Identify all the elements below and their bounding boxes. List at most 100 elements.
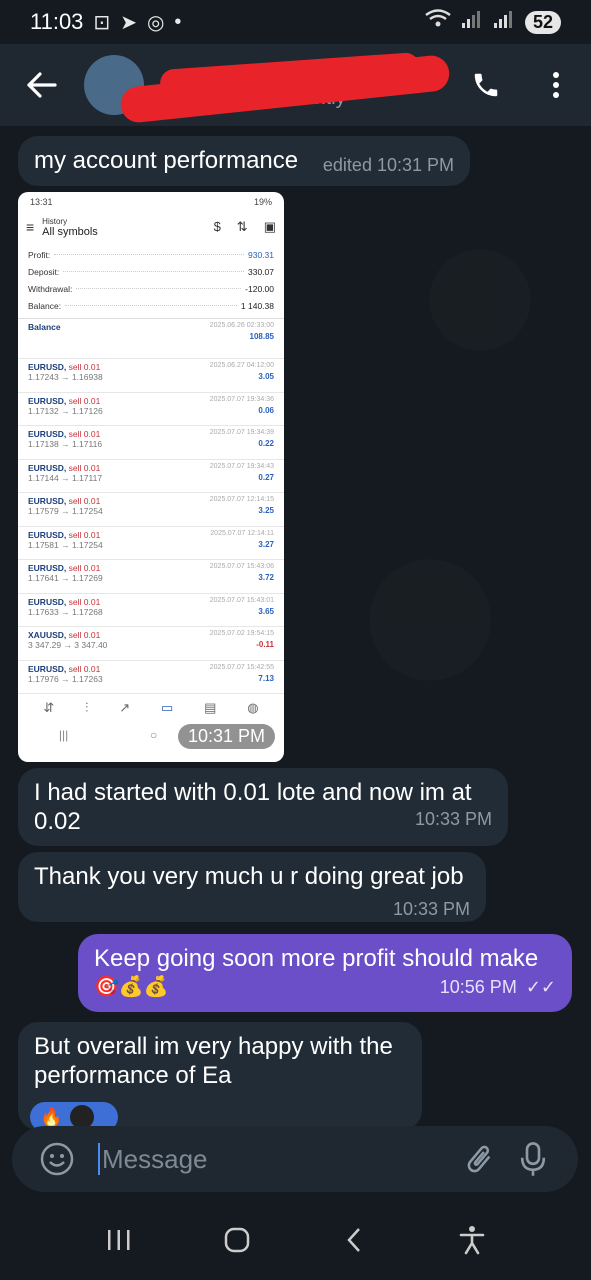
emoji-button[interactable]: [30, 1132, 84, 1186]
summary-row: Balance: 1 140.38: [28, 297, 274, 314]
trade-row: XAUUSD, sell 0.01 3 347.29 → 3 347.40 2025…: [18, 627, 284, 661]
accessibility-button[interactable]: [447, 1215, 497, 1265]
photo-summary: Profit: 930.31 Deposit: 330.07 Withdrawal:…: [18, 242, 284, 319]
trade-date: 2025.07.07 15:43:01: [209, 596, 274, 604]
photo-title: All symbols: [42, 225, 98, 238]
message-text: I had started with 0.01 lote and now im …: [34, 779, 472, 835]
summary-value: 1 140.38: [240, 300, 274, 311]
status-bar: 11:03 ⊡ ➤ ◎ • 52: [0, 0, 591, 44]
trade-profit: 0.27: [258, 472, 274, 482]
trade-row: EURUSD, sell 0.01 1.17132 → 1.17126 2025.0…: [18, 393, 284, 426]
trade-row: EURUSD, sell 0.01 1.17581 → 1.17254 2025.0…: [18, 527, 284, 560]
trade-side: sell 0.01: [68, 596, 101, 607]
trade-symbol: EURUSD,: [28, 462, 67, 473]
trade-row: EURUSD, sell 0.01 1.17243 → 1.16938 2025.0…: [18, 359, 284, 393]
sort-icon: ⇅: [236, 219, 248, 234]
trade-row: EURUSD, sell 0.01 1.17579 → 1.17254 2025.0…: [18, 493, 284, 527]
trade-date: 2025.06.27 04:12:00: [209, 362, 274, 369]
trade-side: sell 0.01: [68, 395, 101, 406]
trade-date: 2025.07.07 15:43:06: [209, 563, 274, 570]
summary-row: Deposit: 330.07: [28, 263, 274, 280]
message-time: 10:56 PM: [439, 977, 517, 997]
trade-date: 2025.07.07 15:42:55: [209, 663, 274, 671]
message-bubble[interactable]: I had started with 0.01 lote and now im …: [18, 768, 508, 846]
balance-date: 2025.06.26 02:33:00: [209, 322, 274, 329]
news-icon: ▤: [204, 700, 217, 715]
trade-prices: 1.17641 → 1.17269: [28, 573, 103, 583]
message-text: Thank you very much u r doing great job: [34, 863, 464, 890]
header-actions: [451, 44, 591, 126]
menu-icon: ≡: [26, 219, 35, 235]
summary-value: -120.00: [245, 283, 274, 294]
trade-date: 2025.07.07 19:34:39: [209, 429, 274, 436]
trade-date: 2025.07.07 19:34:43: [209, 462, 274, 470]
calendar-icon: ▣: [263, 219, 276, 234]
dollar-sort-icon: $: [213, 219, 221, 234]
contact-info[interactable]: last seen recently: [119, 51, 451, 124]
home-icon: ○: [150, 728, 158, 742]
home-button[interactable]: [212, 1215, 262, 1265]
message-text: But overall im very happy with the perfo…: [34, 1033, 393, 1089]
message-text: my account performance: [34, 147, 299, 174]
balance-label: Balance: [28, 322, 61, 332]
back-nav-button[interactable]: [329, 1215, 379, 1265]
message-input[interactable]: Message: [98, 1143, 452, 1175]
chart-icon: ⫶: [85, 700, 89, 715]
trade-row: EURUSD, sell 0.01 1.17641 → 1.17269 2025.0…: [18, 560, 284, 594]
voice-button[interactable]: [506, 1132, 560, 1186]
summary-label: Deposit:: [28, 266, 60, 277]
more-vertical-icon: [553, 72, 559, 98]
trade-profit: 3.72: [258, 573, 274, 582]
home-circle-icon: [224, 1227, 249, 1253]
recents-button[interactable]: [94, 1215, 144, 1265]
trade-profit: 3.25: [258, 506, 274, 515]
trade-profit: 0.22: [258, 439, 274, 448]
outgoing-message-bubble[interactable]: Keep going soon more profit should make …: [78, 934, 572, 1012]
message-emoji: 🎯💰💰: [94, 976, 169, 998]
trade-row: EURUSD, sell 0.01 1.17144 → 1.17117 2025.0…: [18, 460, 284, 493]
back-button[interactable]: [0, 44, 84, 126]
battery-badge: 52: [524, 10, 561, 34]
trade-date: 2025.07.07 19:34:36: [209, 395, 274, 403]
attach-button[interactable]: [452, 1132, 506, 1186]
photo-status-bar: 13:31 19%: [18, 192, 284, 212]
screenshot-icon: ⊡: [93, 11, 111, 34]
trade-profit: 3.05: [258, 372, 274, 381]
summary-label: Profit:: [28, 249, 51, 260]
instagram-icon: ◎: [146, 11, 165, 34]
trade-profit: 0.06: [258, 405, 274, 415]
trade-date: 2025.07.07 12:14:15: [209, 496, 274, 503]
summary-value: 330.07: [248, 266, 274, 277]
photo-status-time: 13:31: [30, 197, 53, 207]
trade-prices: 1.17243 → 1.16938: [28, 372, 103, 382]
trade-row: EURUSD, sell 0.01 1.17138 → 1.17116 2025.0…: [18, 426, 284, 460]
photo-message[interactable]: 13:31 19% ≡ History All symbols $ ⇅ ▣ Pr…: [18, 192, 284, 762]
trade-symbol: EURUSD,: [28, 596, 67, 607]
photo-status-battery: 19%: [253, 197, 272, 207]
trade-prices: 1.17144 → 1.17117: [28, 472, 103, 483]
double-check-icon: ✓✓: [525, 977, 556, 997]
microphone-icon: [520, 1142, 546, 1176]
more-menu-button[interactable]: [521, 44, 591, 126]
photo-actions: $ ⇅ ▣: [214, 219, 276, 235]
summary-row: Withdrawal: -120.00: [28, 280, 274, 297]
trade-side: sell 0.01: [68, 462, 101, 473]
summary-label: Withdrawal:: [28, 283, 73, 294]
photo-time: 10:31 PM: [178, 724, 276, 749]
message-time: 10:33 PM: [392, 899, 470, 919]
reaction-emoji: 🔥: [40, 1106, 63, 1127]
signal-icon-1: [461, 9, 483, 35]
trade-symbol: EURUSD,: [28, 563, 67, 573]
trade-date: 2025.07.02 19:54:15: [209, 630, 274, 637]
message-bubble[interactable]: my account performance edited 10:31 PM: [18, 136, 470, 186]
trade-prices: 1.17633 → 1.17268: [28, 606, 103, 617]
trade-symbol: EURUSD,: [28, 395, 67, 406]
trade-side: sell 0.01: [68, 630, 101, 640]
trade-profit: 3.65: [258, 606, 274, 616]
call-button[interactable]: [451, 44, 521, 126]
photo-toolbar: ≡ History All symbols $ ⇅ ▣: [18, 212, 284, 242]
trade-side: sell 0.01: [68, 362, 101, 372]
status-left: 11:03 ⊡ ➤ ◎ •: [30, 9, 181, 35]
message-bubble[interactable]: Thank you very much u r doing great job …: [18, 852, 486, 922]
trade-symbol: EURUSD,: [28, 663, 67, 674]
